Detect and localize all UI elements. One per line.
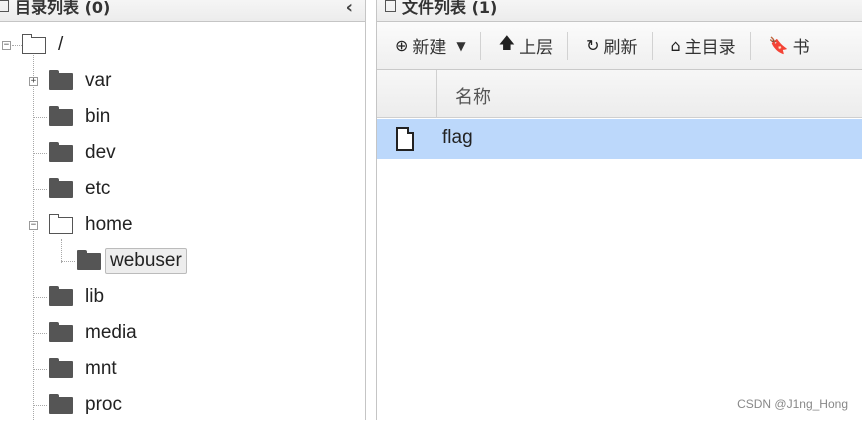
tree-item-label: var bbox=[85, 70, 112, 91]
tree-connector bbox=[33, 405, 47, 406]
home-icon: ⌂ bbox=[670, 36, 681, 55]
file-panel-header: 文件列表 (1) bbox=[377, 0, 862, 22]
chevron-down-icon: ▼ bbox=[456, 38, 466, 53]
tree-item-label: media bbox=[85, 322, 137, 343]
tree-item-webuser[interactable]: webuser bbox=[77, 243, 187, 279]
file-toolbar: ⊕ 新建 ▼ 🡅 上层 ↻ 刷新 ⌂ 主目录 🔖 书 bbox=[377, 22, 862, 70]
refresh-icon: ↻ bbox=[586, 36, 600, 55]
tree-connector bbox=[33, 117, 47, 118]
tree-connector bbox=[33, 189, 47, 190]
bookmark-icon: 🔖 bbox=[768, 36, 789, 55]
file-table-header: 名称 bbox=[377, 70, 862, 118]
new-button-label: 新建 bbox=[412, 38, 447, 58]
refresh-button[interactable]: ↻ 刷新 bbox=[568, 31, 651, 61]
tree-item-label: home bbox=[85, 214, 133, 235]
column-divider bbox=[436, 70, 437, 118]
home-dir-button[interactable]: ⌂ 主目录 bbox=[653, 31, 750, 61]
folder-open-icon bbox=[22, 33, 46, 54]
watermark: CSDN @J1ng_Hong bbox=[737, 397, 848, 411]
directory-tree: − / + var bin dev etc − home webuser lib… bbox=[0, 27, 365, 420]
folder-icon bbox=[49, 393, 73, 414]
folder-outline-icon bbox=[0, 0, 9, 12]
tree-item-bin[interactable]: bin bbox=[49, 99, 110, 135]
bookmark-label: 书 bbox=[792, 38, 810, 58]
tree-connector bbox=[33, 45, 34, 420]
column-header-name[interactable]: 名称 bbox=[455, 83, 491, 109]
collapse-icon[interactable]: ‹ bbox=[346, 0, 353, 18]
folder-icon bbox=[49, 321, 73, 342]
new-button[interactable]: ⊕ 新建 ▼ bbox=[377, 31, 480, 61]
folder-icon bbox=[49, 357, 73, 378]
tree-connector bbox=[12, 45, 22, 46]
file-panel-title: 文件列表 (1) bbox=[402, 0, 498, 17]
file-name: flag bbox=[442, 127, 473, 148]
collapse-toggle-home[interactable]: − bbox=[29, 221, 38, 230]
collapse-toggle-root[interactable]: − bbox=[2, 41, 11, 50]
tree-item-label: / bbox=[58, 34, 64, 55]
up-level-label: 上层 bbox=[519, 38, 554, 58]
tree-item-label: etc bbox=[85, 178, 111, 199]
file-icon bbox=[396, 127, 414, 151]
tree-connector bbox=[33, 369, 47, 370]
expand-toggle-var[interactable]: + bbox=[29, 77, 38, 86]
folder-icon bbox=[49, 69, 73, 90]
tree-item-proc[interactable]: proc bbox=[49, 387, 122, 423]
tree-connector bbox=[61, 261, 75, 262]
tree-connector bbox=[33, 333, 47, 334]
arrow-up-icon: 🡅 bbox=[498, 33, 516, 52]
tree-item-mnt[interactable]: mnt bbox=[49, 351, 117, 387]
tree-item-var[interactable]: var bbox=[49, 63, 111, 99]
tree-item-label: dev bbox=[85, 142, 116, 163]
tree-item-label: bin bbox=[85, 106, 111, 127]
bookmark-button[interactable]: 🔖 书 bbox=[751, 31, 824, 61]
tree-item-media[interactable]: media bbox=[49, 315, 137, 351]
folder-icon bbox=[49, 285, 73, 306]
up-level-button[interactable]: 🡅 上层 bbox=[481, 31, 567, 61]
folder-icon bbox=[77, 249, 101, 270]
file-panel: 文件列表 (1) ⊕ 新建 ▼ 🡅 上层 ↻ 刷新 ⌂ 主目录 🔖 书 名称 f… bbox=[376, 0, 862, 420]
tree-connector bbox=[33, 297, 47, 298]
tree-connector bbox=[33, 153, 47, 154]
folder-icon bbox=[49, 105, 73, 126]
directory-panel-header: 目录列表 (0) ‹ bbox=[0, 0, 365, 22]
file-row[interactable]: flag bbox=[377, 119, 862, 159]
tree-item-lib[interactable]: lib bbox=[49, 279, 104, 315]
folder-icon bbox=[49, 141, 73, 162]
tree-item-dev[interactable]: dev bbox=[49, 135, 116, 171]
tree-item-root[interactable]: / bbox=[22, 27, 63, 63]
tree-item-label: lib bbox=[85, 286, 105, 307]
tree-item-label-selected: webuser bbox=[105, 248, 187, 274]
refresh-label: 刷新 bbox=[603, 38, 638, 58]
tree-item-etc[interactable]: etc bbox=[49, 171, 110, 207]
directory-panel: 目录列表 (0) ‹ − / + var bin dev etc − home … bbox=[0, 0, 366, 420]
directory-panel-title: 目录列表 (0) bbox=[15, 0, 111, 17]
plus-circle-icon: ⊕ bbox=[395, 36, 409, 55]
folder-outline-icon bbox=[385, 0, 396, 12]
tree-item-home[interactable]: home bbox=[49, 207, 133, 243]
tree-item-label: mnt bbox=[85, 358, 117, 379]
home-dir-label: 主目录 bbox=[684, 38, 736, 58]
tree-item-label: proc bbox=[85, 394, 122, 415]
folder-icon bbox=[49, 177, 73, 198]
folder-open-icon bbox=[49, 213, 73, 234]
